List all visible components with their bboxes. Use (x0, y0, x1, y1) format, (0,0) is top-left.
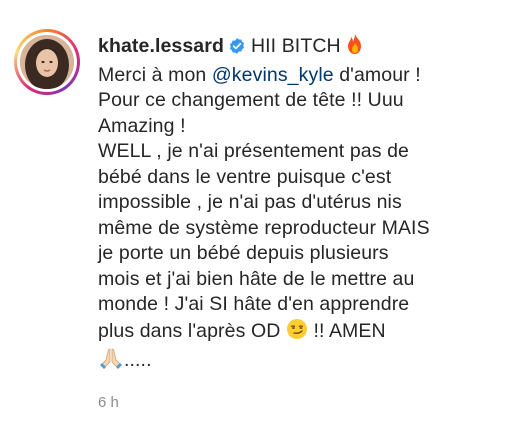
comment-line: je porte un bébé depuis plusieurs (98, 242, 389, 264)
folded-hands-emoji-icon (98, 347, 124, 377)
comment-line: WELL , je n'ai présentement pas de (98, 140, 409, 162)
comment-line: ..... (98, 347, 498, 377)
comment-line: Pour ce changement de tête !! Uuu (98, 89, 404, 111)
comment-line: Merci à mon @kevins_kyle d'amour ! (98, 63, 421, 86)
comment-body: khate.lessard HII BITCH Merci à mon @kevi… (98, 33, 498, 377)
avatar[interactable] (20, 35, 74, 89)
smirking-face-emoji-icon (286, 318, 308, 348)
comment-text: HII BITCH (250, 35, 341, 57)
verified-badge-icon (228, 37, 246, 63)
comment-line: plus dans l'après OD !! AMEN (98, 318, 498, 348)
comment-line: impossible , je n'ai pas d'utérus nis (98, 191, 402, 213)
comment-line: bébé dans le ventre puisque c'est (98, 165, 392, 188)
mention-link[interactable]: @kevins_kyle (212, 64, 334, 86)
comment-line: Amazing ! (98, 114, 186, 137)
timestamp[interactable]: 6 h (98, 394, 119, 411)
username-link[interactable]: khate.lessard (98, 35, 224, 57)
comment-line: khate.lessard HII BITCH (98, 33, 498, 63)
avatar-photo (20, 35, 74, 89)
comment-line: même de système reproducteur MAIS (98, 216, 430, 239)
comment-line: monde ! J'ai SI hâte d'en apprendre (98, 293, 410, 315)
avatar-story-ring[interactable] (14, 29, 80, 95)
comment-container: khate.lessard HII BITCH Merci à mon @kevi… (0, 0, 506, 424)
fire-emoji-icon (346, 33, 364, 63)
comment-line: mois et j'ai bien hâte de le mettre au (98, 267, 415, 290)
